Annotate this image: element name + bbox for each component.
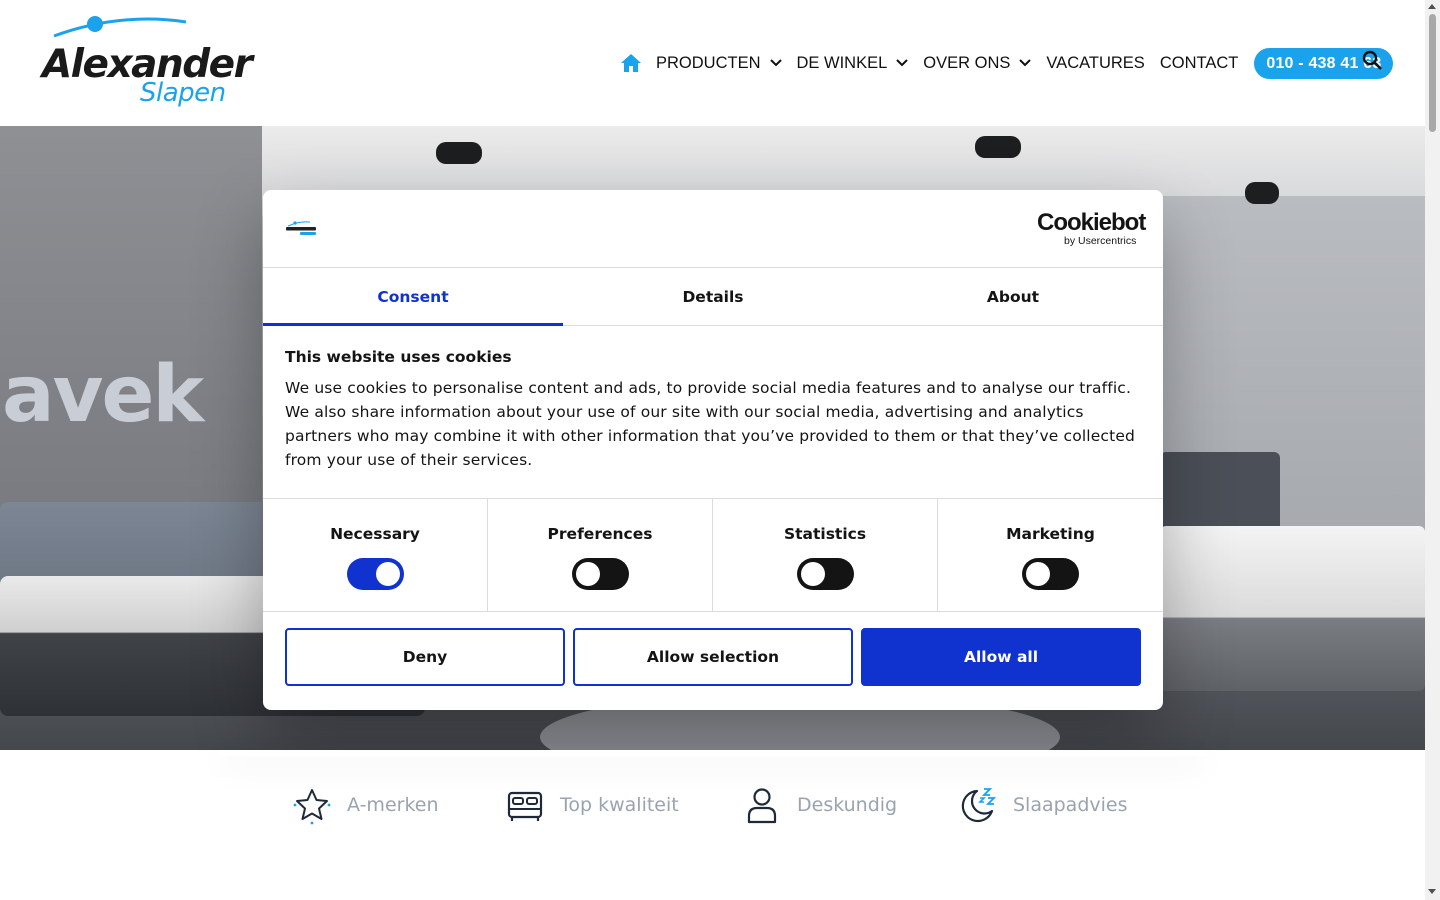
nav-label: VACATURES (1046, 53, 1145, 72)
nav-item-de-winkel[interactable]: DE WINKEL (797, 54, 909, 73)
feature-slaapadvies: Slaapadvies (958, 784, 1128, 826)
nav-label: CONTACT (1159, 53, 1239, 72)
tab-details[interactable]: Details (563, 268, 863, 325)
dialog-body: This website uses cookies We use cookies… (285, 348, 1141, 472)
search-icon[interactable] (1362, 50, 1384, 72)
category-necessary: Necessary (263, 499, 488, 612)
hero-bed (1160, 526, 1425, 691)
cookie-consent-dialog: Cookiebot by Usercentrics Consent Detail… (263, 190, 1163, 710)
features-shadow (220, 750, 1205, 756)
allow-all-button[interactable]: Allow all (861, 628, 1141, 686)
page-scrollbar[interactable] (1425, 0, 1440, 900)
allow-selection-button[interactable]: Allow selection (573, 628, 853, 686)
cookie-category-toggles: Necessary Preferences Statistics Marketi… (263, 498, 1163, 612)
toggle-knob (575, 562, 600, 586)
star-icon (293, 789, 331, 825)
cookiebot-byline: by Usercentrics (1064, 235, 1137, 247)
bed-icon (507, 791, 543, 821)
preferences-toggle[interactable] (571, 558, 629, 590)
cookiebot-logo[interactable]: Cookiebot by Usercentrics (1037, 209, 1146, 248)
dialog-header: Cookiebot by Usercentrics (263, 190, 1163, 268)
feature-deskundig: Deskundig (742, 784, 897, 826)
toggle-knob (800, 562, 825, 586)
feature-label: A-merken (347, 794, 439, 816)
nav-item-contact[interactable]: CONTACT (1160, 54, 1239, 73)
toggle-knob (375, 562, 400, 586)
category-label: Marketing (1006, 525, 1095, 543)
logo-sub-text: Slapen (140, 78, 226, 108)
tab-consent[interactable]: Consent (263, 268, 563, 326)
dialog-title: This website uses cookies (285, 348, 512, 366)
site-logo[interactable]: Alexander Slapen (40, 14, 253, 114)
nav-label: OVER ONS (923, 53, 1011, 72)
chevron-down-icon (769, 59, 782, 67)
ceiling-lamp (975, 136, 1021, 158)
nav-label: PRODUCTEN (656, 53, 761, 72)
site-logo-small-icon (286, 221, 316, 235)
dialog-description: We use cookies to personalise content an… (285, 379, 1136, 469)
category-statistics: Statistics (713, 499, 938, 612)
scroll-up-arrow-icon[interactable] (1428, 4, 1436, 9)
feature-label: Top kwaliteit (560, 794, 679, 816)
home-icon[interactable] (620, 51, 644, 75)
nav-item-vacatures[interactable]: VACATURES (1046, 54, 1144, 73)
deny-button[interactable]: Deny (285, 628, 565, 686)
chevron-down-icon (896, 59, 909, 67)
tab-about[interactable]: About (863, 268, 1163, 325)
dialog-tabs: Consent Details About (263, 268, 1163, 326)
category-label: Preferences (547, 525, 653, 543)
main-nav: PRODUCTEN DE WINKEL OVER ONS VACATURES C… (620, 46, 1394, 80)
dialog-buttons: Deny Allow selection Allow all (285, 628, 1141, 686)
ceiling-lamp (436, 142, 482, 164)
nav-item-over-ons[interactable]: OVER ONS (923, 53, 1032, 73)
showroom-brand-text: avek (2, 350, 204, 440)
scroll-down-arrow-icon[interactable] (1428, 889, 1436, 894)
site-header: Alexander Slapen PRODUCTEN DE WINKEL OVE… (0, 0, 1425, 126)
ceiling-lamp (1245, 182, 1279, 204)
category-preferences: Preferences (488, 499, 713, 612)
feature-label: Deskundig (797, 794, 898, 816)
feature-a-merken: A-merken (292, 784, 439, 826)
scrollbar-thumb[interactable] (1429, 14, 1436, 132)
chevron-down-icon (1019, 59, 1032, 67)
person-icon (747, 788, 777, 824)
toggle-knob (1026, 562, 1050, 586)
features-row: A-merken Top kwaliteit Deskundig Slaapad… (0, 750, 1425, 900)
feature-label: Slaapadvies (1013, 794, 1128, 816)
nav-item-producten[interactable]: PRODUCTEN (656, 54, 782, 73)
nav-label: DE WINKEL (796, 53, 888, 72)
statistics-toggle[interactable] (796, 558, 854, 590)
moon-sleep-icon (961, 788, 997, 823)
cookiebot-name: Cookiebot (1037, 209, 1146, 236)
category-label: Necessary (330, 525, 420, 543)
feature-top-kwaliteit: Top kwaliteit (505, 784, 679, 826)
category-label: Statistics (783, 525, 867, 543)
marketing-toggle[interactable] (1022, 558, 1079, 590)
category-marketing: Marketing (938, 499, 1163, 612)
necessary-toggle[interactable] (346, 558, 404, 590)
